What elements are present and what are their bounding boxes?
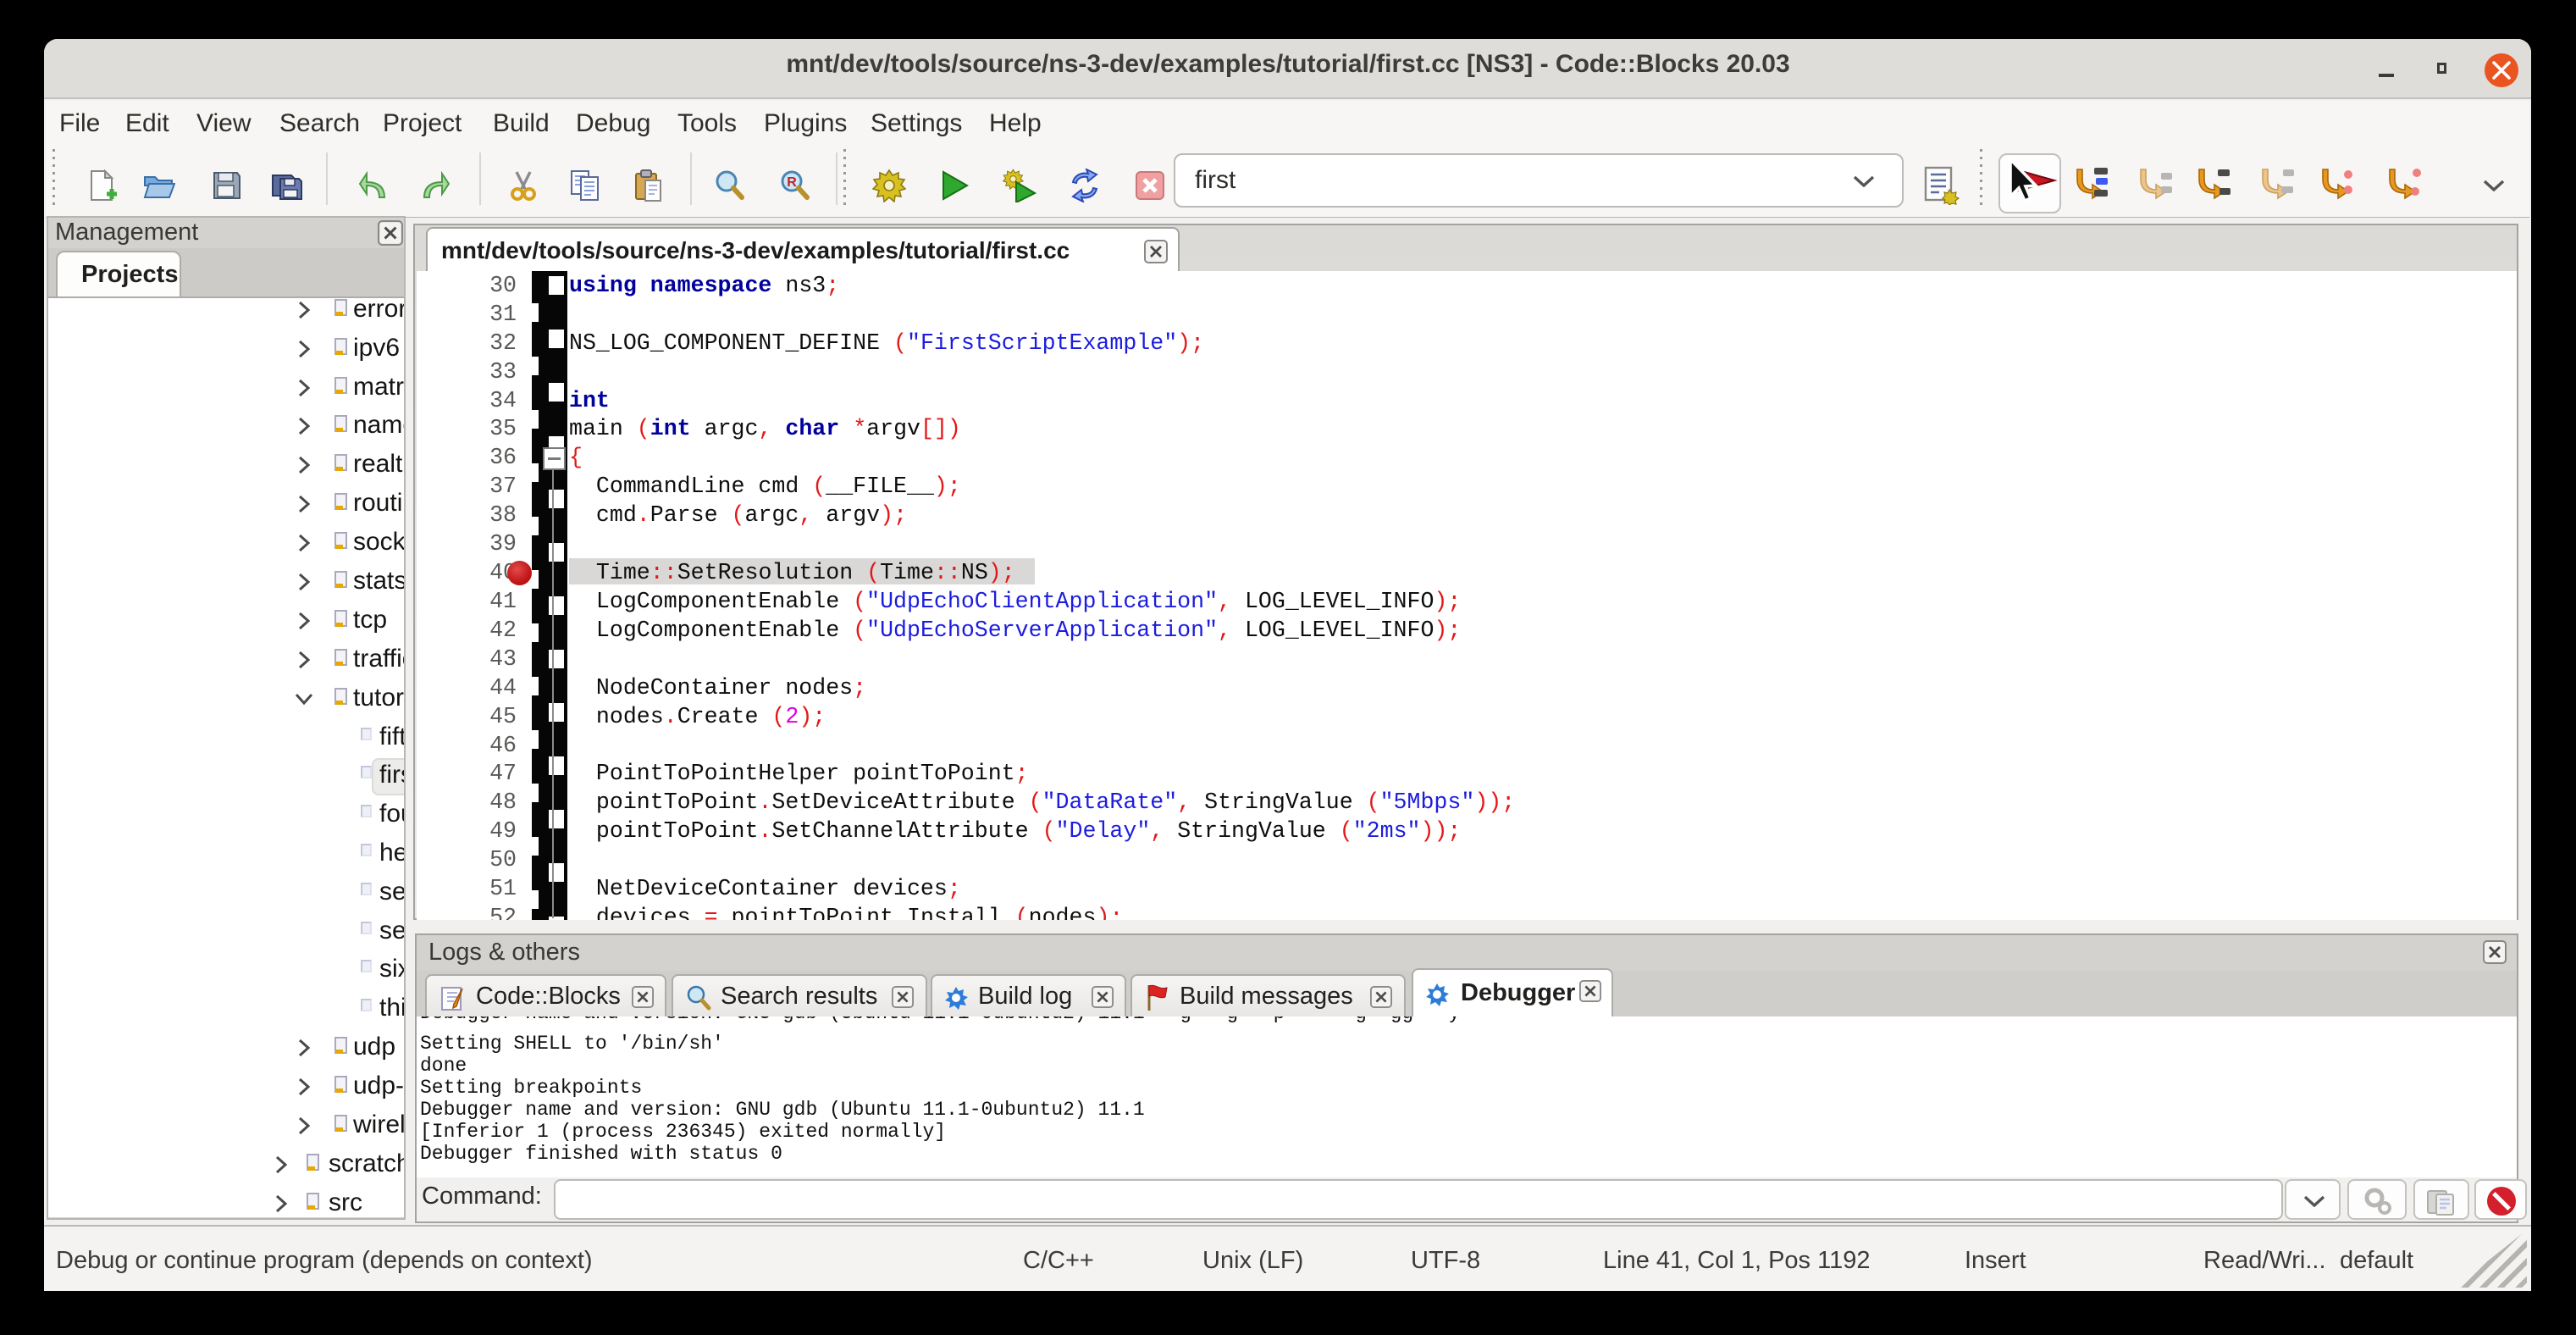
svg-text:R: R: [787, 175, 797, 190]
